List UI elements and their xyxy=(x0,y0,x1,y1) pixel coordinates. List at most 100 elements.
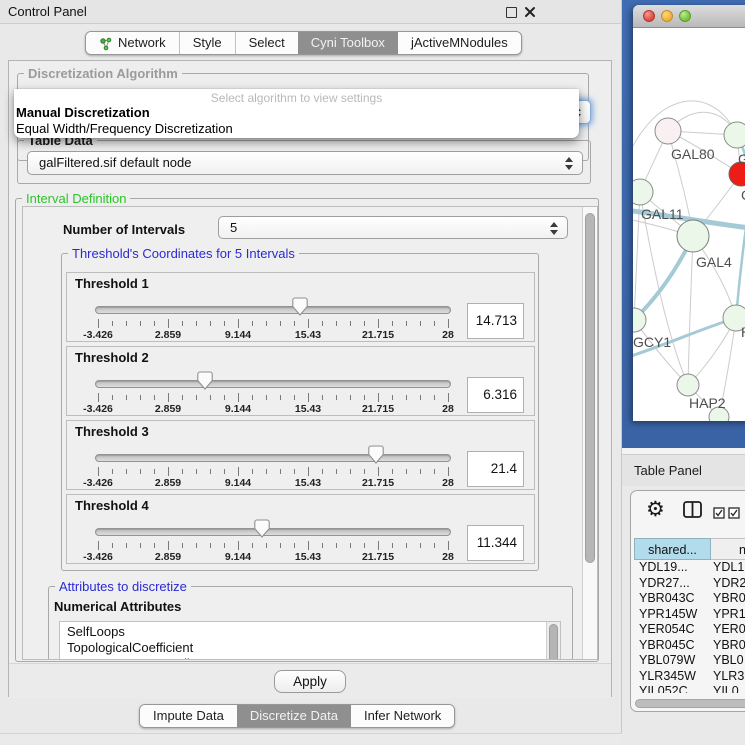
panel-scrollbar-thumb[interactable] xyxy=(585,213,595,563)
checkbox-icon[interactable] xyxy=(728,506,740,524)
popup-option-equal-width[interactable]: Equal Width/Frequency Discretization xyxy=(14,121,579,137)
slider-tick xyxy=(210,543,211,548)
slider-track[interactable] xyxy=(95,380,451,388)
list-scrollbar[interactable] xyxy=(546,622,560,660)
right-region: GAL80 GA C GAL11 GAL4 GCY1 H HAP2 Table xyxy=(622,0,745,745)
table-cell[interactable]: YER0 xyxy=(713,622,745,638)
table-cell[interactable]: YLR3 xyxy=(713,669,744,685)
tab-infer-network[interactable]: Infer Network xyxy=(351,705,454,727)
num-intervals-value: 5 xyxy=(230,217,237,239)
table-cell[interactable]: YDR27... xyxy=(639,576,690,592)
slider-thumb[interactable] xyxy=(368,445,384,464)
network-node-hap2[interactable] xyxy=(677,374,699,396)
list-item[interactable]: SelfLoops xyxy=(60,624,546,640)
slider-thumb[interactable] xyxy=(254,519,270,538)
slider-track[interactable] xyxy=(95,454,451,462)
threshold-1-slider[interactable]: -3.4262.8599.14415.4321.71528 xyxy=(95,273,451,343)
table-row[interactable]: YBR045C YBR0 xyxy=(631,638,745,654)
list-scrollbar-thumb[interactable] xyxy=(549,624,558,660)
table-cell[interactable]: YDR2 xyxy=(713,576,745,592)
close-traffic-light[interactable] xyxy=(643,10,655,22)
slider-tick xyxy=(196,395,197,400)
table-row[interactable]: YDR27... YDR2 xyxy=(631,576,745,592)
gear-icon[interactable]: ⚙ xyxy=(646,498,665,522)
threshold-2-slider[interactable]: -3.4262.8599.14415.4321.71528 xyxy=(95,347,451,417)
table-row[interactable]: YIL052C YIL0 xyxy=(631,684,745,693)
tab-jactivemnodules[interactable]: jActiveMNodules xyxy=(398,32,521,54)
table-cell[interactable]: YIL0 xyxy=(713,684,739,693)
slider-track[interactable] xyxy=(95,306,451,314)
table-data-combobox[interactable]: galFiltered.sif default node xyxy=(27,151,583,175)
slider-scale: -3.4262.8599.14415.4321.71528 xyxy=(98,477,448,489)
network-node-top-right[interactable] xyxy=(724,122,745,148)
threshold-4-slider[interactable]: -3.4262.8599.14415.4321.71528 xyxy=(95,495,451,565)
network-icon xyxy=(99,36,113,50)
table-row[interactable]: YLR345W YLR3 xyxy=(631,669,745,685)
slider-tick xyxy=(238,541,239,550)
float-window-icon[interactable] xyxy=(506,7,517,18)
threshold-value-field[interactable]: 21.4 xyxy=(467,451,524,487)
table-row[interactable]: YDL19... YDL1 xyxy=(631,560,745,576)
num-intervals-spinner[interactable]: 5 xyxy=(218,216,568,239)
table-cell[interactable]: YBR043C xyxy=(639,591,695,607)
network-canvas[interactable]: GAL80 GA C GAL11 GAL4 GCY1 H HAP2 xyxy=(633,28,745,421)
slider-tick xyxy=(364,395,365,400)
table-header-row: shared... n xyxy=(631,538,745,560)
list-item[interactable]: TopologicalCoefficient xyxy=(60,640,546,656)
list-item[interactable]: BetweennessCentrality xyxy=(60,656,546,660)
tab-style[interactable]: Style xyxy=(180,32,235,54)
table-cell[interactable]: YPR145W xyxy=(639,607,697,623)
table-cell[interactable]: YBL079W xyxy=(639,653,695,669)
tab-discretize-data[interactable]: Discretize Data xyxy=(237,705,351,727)
table-row[interactable]: YPR145W YPR1 xyxy=(631,607,745,623)
spinner-arrows-icon[interactable] xyxy=(550,222,558,238)
table-cell[interactable]: YDL19... xyxy=(639,560,688,576)
table-cell[interactable]: YER054C xyxy=(639,622,695,638)
tab-impute-data[interactable]: Impute Data xyxy=(140,705,237,727)
panel-scrollbar[interactable] xyxy=(582,207,597,659)
slider-scale-label: -3.426 xyxy=(83,551,113,563)
table-hscrollbar[interactable] xyxy=(631,699,745,709)
close-icon[interactable] xyxy=(524,6,536,18)
tab-select[interactable]: Select xyxy=(236,32,298,54)
zoom-traffic-light[interactable] xyxy=(679,10,691,22)
table-hscrollbar-thumb[interactable] xyxy=(635,699,745,708)
threshold-value-field[interactable]: 6.316 xyxy=(467,377,524,413)
tab-cyni-toolbox[interactable]: Cyni Toolbox xyxy=(298,32,398,54)
spinner-arrows-icon[interactable] xyxy=(565,157,573,173)
slider-track[interactable] xyxy=(95,528,451,536)
table-cell[interactable]: YIL052C xyxy=(639,684,688,693)
popup-option-manual-discretization[interactable]: Manual Discretization xyxy=(14,105,579,121)
table-cell[interactable]: YDL1 xyxy=(713,560,744,576)
control-panel-titlebar: Control Panel xyxy=(0,0,621,24)
apply-button[interactable]: Apply xyxy=(274,670,346,693)
column-header-name[interactable]: n xyxy=(711,538,745,560)
network-node-gal80[interactable] xyxy=(655,118,681,144)
threshold-value-field[interactable]: 14.713 xyxy=(467,303,524,339)
table-cell[interactable]: YPR1 xyxy=(713,607,745,623)
table-cell[interactable]: YLR345W xyxy=(639,669,696,685)
table-cell[interactable]: YBR0 xyxy=(713,591,745,607)
split-columns-icon[interactable] xyxy=(683,501,702,523)
minimize-traffic-light[interactable] xyxy=(661,10,673,22)
slider-tick xyxy=(420,321,421,326)
slider-scale-label: 21.715 xyxy=(362,551,394,563)
table-row[interactable]: YBL079W YBL0 xyxy=(631,653,745,669)
slider-thumb[interactable] xyxy=(292,297,308,316)
table-cell[interactable]: YBR045C xyxy=(639,638,695,654)
table-row[interactable]: YER054C YER0 xyxy=(631,622,745,638)
table-cell[interactable]: YBL0 xyxy=(713,653,744,669)
threshold-value-field[interactable]: 11.344 xyxy=(467,525,524,561)
checkbox-icon[interactable] xyxy=(713,506,725,524)
column-header-shared-name[interactable]: shared... xyxy=(634,538,711,560)
tab-network[interactable]: Network xyxy=(86,32,179,54)
slider-tick xyxy=(350,321,351,326)
slider-scale-label: 28 xyxy=(442,551,454,563)
settings-scrollpane: Number of Intervals 5 Threshold's Coordi… xyxy=(22,206,598,660)
slider-thumb[interactable] xyxy=(197,371,213,390)
network-node-gal4[interactable] xyxy=(677,220,709,252)
table-row[interactable]: YBR043C YBR0 xyxy=(631,591,745,607)
table-cell[interactable]: YBR0 xyxy=(713,638,745,654)
slider-scale-label: 15.43 xyxy=(295,551,321,563)
threshold-3-slider[interactable]: -3.4262.8599.14415.4321.71528 xyxy=(95,421,451,491)
